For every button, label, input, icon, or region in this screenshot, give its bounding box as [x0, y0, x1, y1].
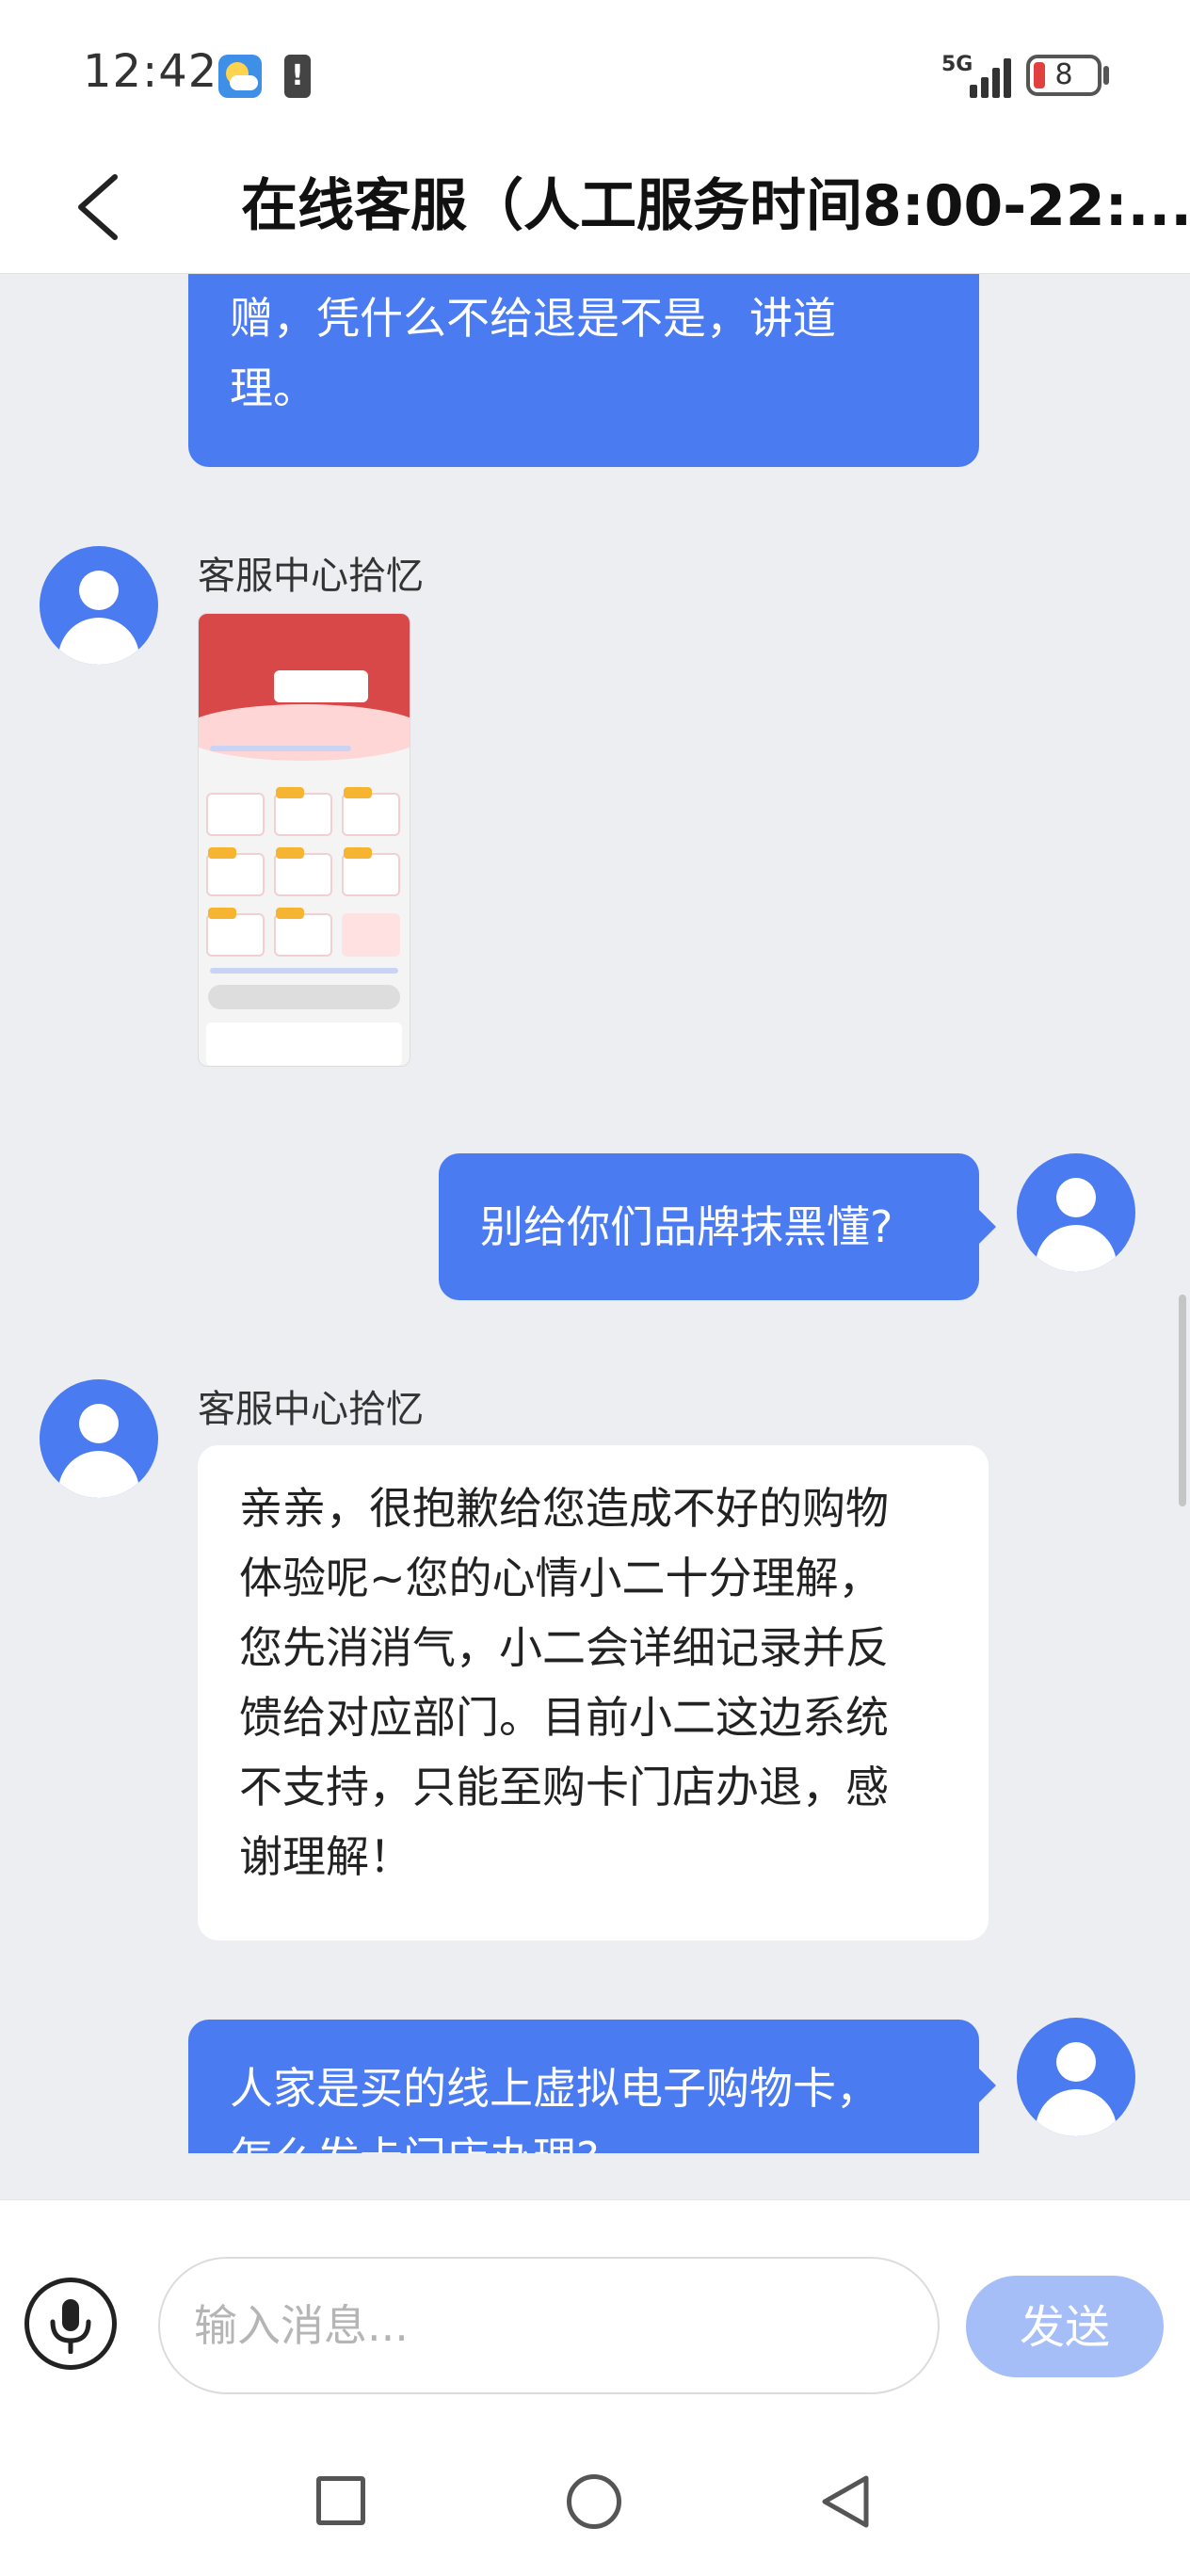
battery-tip	[1103, 66, 1109, 85]
person-icon	[79, 1404, 119, 1443]
voice-button[interactable]	[24, 2278, 117, 2370]
header-bar: 在线客服（人工服务时间8:00-22:...	[0, 141, 1190, 274]
chat-scrollbar[interactable]	[1179, 1295, 1186, 1506]
weather-icon	[218, 55, 262, 98]
message-line: 亲亲，很抱歉给您造成不好的购物	[239, 1483, 889, 1534]
recents-square-icon[interactable]	[316, 2476, 365, 2525]
agent-avatar[interactable]	[40, 1379, 158, 1498]
person-icon	[1056, 2042, 1096, 2082]
message-line: 理。	[230, 362, 316, 413]
chat-area[interactable]: 赠，凭什么不给退是不是，讲道 理。 客服中心拾忆 别给你们品牌抹黑懂? 客服中心…	[0, 274, 1190, 2153]
status-time: 12:42	[83, 45, 218, 98]
message-user[interactable]: 别给你们品牌抹黑懂?	[439, 1153, 979, 1300]
message-input[interactable]	[158, 2257, 940, 2394]
message-user[interactable]: 赠，凭什么不给退是不是，讲道 理。	[188, 274, 979, 467]
user-avatar[interactable]	[1017, 2018, 1135, 2136]
back-button[interactable]	[68, 169, 136, 245]
message-line: 赠，凭什么不给退是不是，讲道	[230, 293, 836, 344]
network-type: 5G	[941, 53, 973, 76]
user-avatar[interactable]	[1017, 1153, 1135, 1272]
screenshot-thumbnail[interactable]	[198, 613, 410, 1067]
agent-name: 客服中心拾忆	[198, 1388, 424, 1431]
system-nav-bar	[0, 2439, 1190, 2576]
agent-avatar[interactable]	[40, 546, 158, 665]
message-text: 别给你们品牌抹黑懂?	[480, 1201, 893, 1252]
battery-icon: 8	[1026, 55, 1102, 96]
message-line: 怎么发卡门店办理?	[230, 2123, 938, 2153]
microphone-icon	[50, 2299, 91, 2354]
message-agent[interactable]: 亲亲，很抱歉给您造成不好的购物 体验呢~您的心情小二十分理解， 您先消消气，小二…	[198, 1445, 989, 1940]
battery-level: 8	[1054, 58, 1073, 91]
bubble-tail	[979, 1210, 996, 1244]
person-icon	[79, 571, 119, 610]
send-button[interactable]: 发送	[966, 2276, 1164, 2377]
message-line: 馈给对应部门。目前小二这边系统	[239, 1692, 889, 1743]
input-bar: 发送	[0, 2199, 1190, 2439]
signal-icon	[970, 55, 1017, 98]
back-triangle-icon[interactable]	[817, 2472, 874, 2531]
chevron-left-icon	[78, 174, 118, 240]
message-user[interactable]: 人家是买的线上虚拟电子购物卡， 怎么发卡门店办理?	[188, 2020, 979, 2153]
message-line: 人家是买的线上虚拟电子购物卡，	[230, 2063, 879, 2114]
bubble-tail	[979, 2069, 996, 2102]
message-line: 体验呢~您的心情小二十分理解，	[239, 1553, 882, 1603]
status-bar: 12:42 ! 5G 8	[0, 0, 1190, 141]
home-circle-icon[interactable]	[567, 2474, 621, 2529]
message-line: 谢理解！	[239, 1831, 412, 1882]
page-title: 在线客服（人工服务时间8:00-22:...	[241, 173, 1186, 239]
message-line: 不支持，只能至购卡门店办退，感	[239, 1762, 889, 1812]
agent-name: 客服中心拾忆	[198, 555, 424, 598]
message-line: 您先消消气，小二会详细记录并反	[239, 1622, 889, 1673]
alert-icon: !	[284, 55, 311, 98]
person-icon	[1056, 1178, 1096, 1217]
